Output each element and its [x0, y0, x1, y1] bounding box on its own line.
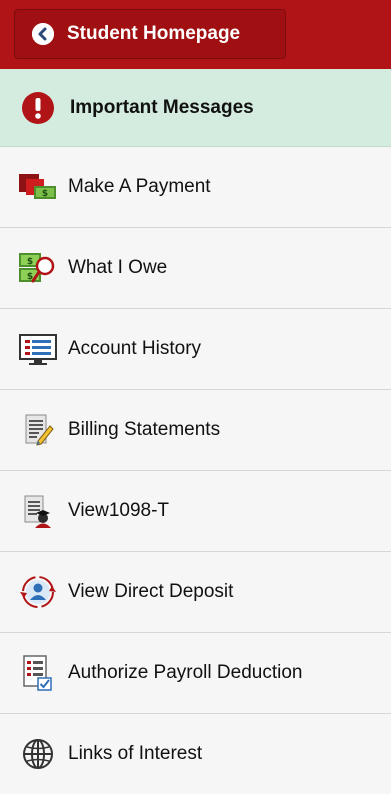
document-graduate-icon: [18, 491, 58, 531]
student-homepage-button[interactable]: Student Homepage: [14, 9, 286, 59]
menu-item-view-direct-deposit[interactable]: View Direct Deposit: [0, 552, 391, 633]
alert-icon: [18, 88, 58, 128]
menu-item-account-history[interactable]: Account History: [0, 309, 391, 390]
menu-item-label: Account History: [68, 338, 202, 359]
checklist-icon: [18, 653, 58, 693]
menu-item-label: Make A Payment: [68, 176, 211, 197]
menu-item-links-of-interest[interactable]: Links of Interest: [0, 714, 391, 794]
menu-item-label: What I Owe: [68, 257, 168, 278]
menu-item-label: View Direct Deposit: [68, 581, 234, 602]
menu-item-make-a-payment[interactable]: $ Make A Payment: [0, 147, 391, 228]
money-magnifier-icon: $ $: [18, 248, 58, 288]
payment-icon: $: [18, 167, 58, 207]
globe-icon: [18, 734, 58, 774]
document-pencil-icon: [18, 410, 58, 450]
finance-menu: Important Messages $ Make A Payment $ $: [0, 69, 391, 794]
menu-item-important-messages[interactable]: Important Messages: [0, 69, 391, 147]
menu-item-what-i-owe[interactable]: $ $ What I Owe: [0, 228, 391, 309]
menu-item-label: Links of Interest: [68, 743, 203, 764]
student-homepage-label: Student Homepage: [67, 23, 241, 44]
person-cycle-icon: [18, 572, 58, 612]
menu-item-label: Billing Statements: [68, 419, 221, 440]
menu-item-view1098-t[interactable]: View1098-T: [0, 471, 391, 552]
svg-text:$: $: [42, 189, 48, 199]
page-header: Student Homepage: [0, 0, 391, 69]
menu-item-authorize-payroll-deduction[interactable]: Authorize Payroll Deduction: [0, 633, 391, 714]
menu-item-label: Authorize Payroll Deduction: [68, 662, 303, 683]
svg-text:$: $: [27, 257, 33, 267]
menu-item-label: View1098-T: [68, 500, 170, 521]
menu-item-label: Important Messages: [70, 96, 254, 118]
monitor-list-icon: [18, 329, 58, 369]
menu-item-billing-statements[interactable]: Billing Statements: [0, 390, 391, 471]
back-chevron-icon: [32, 23, 54, 45]
